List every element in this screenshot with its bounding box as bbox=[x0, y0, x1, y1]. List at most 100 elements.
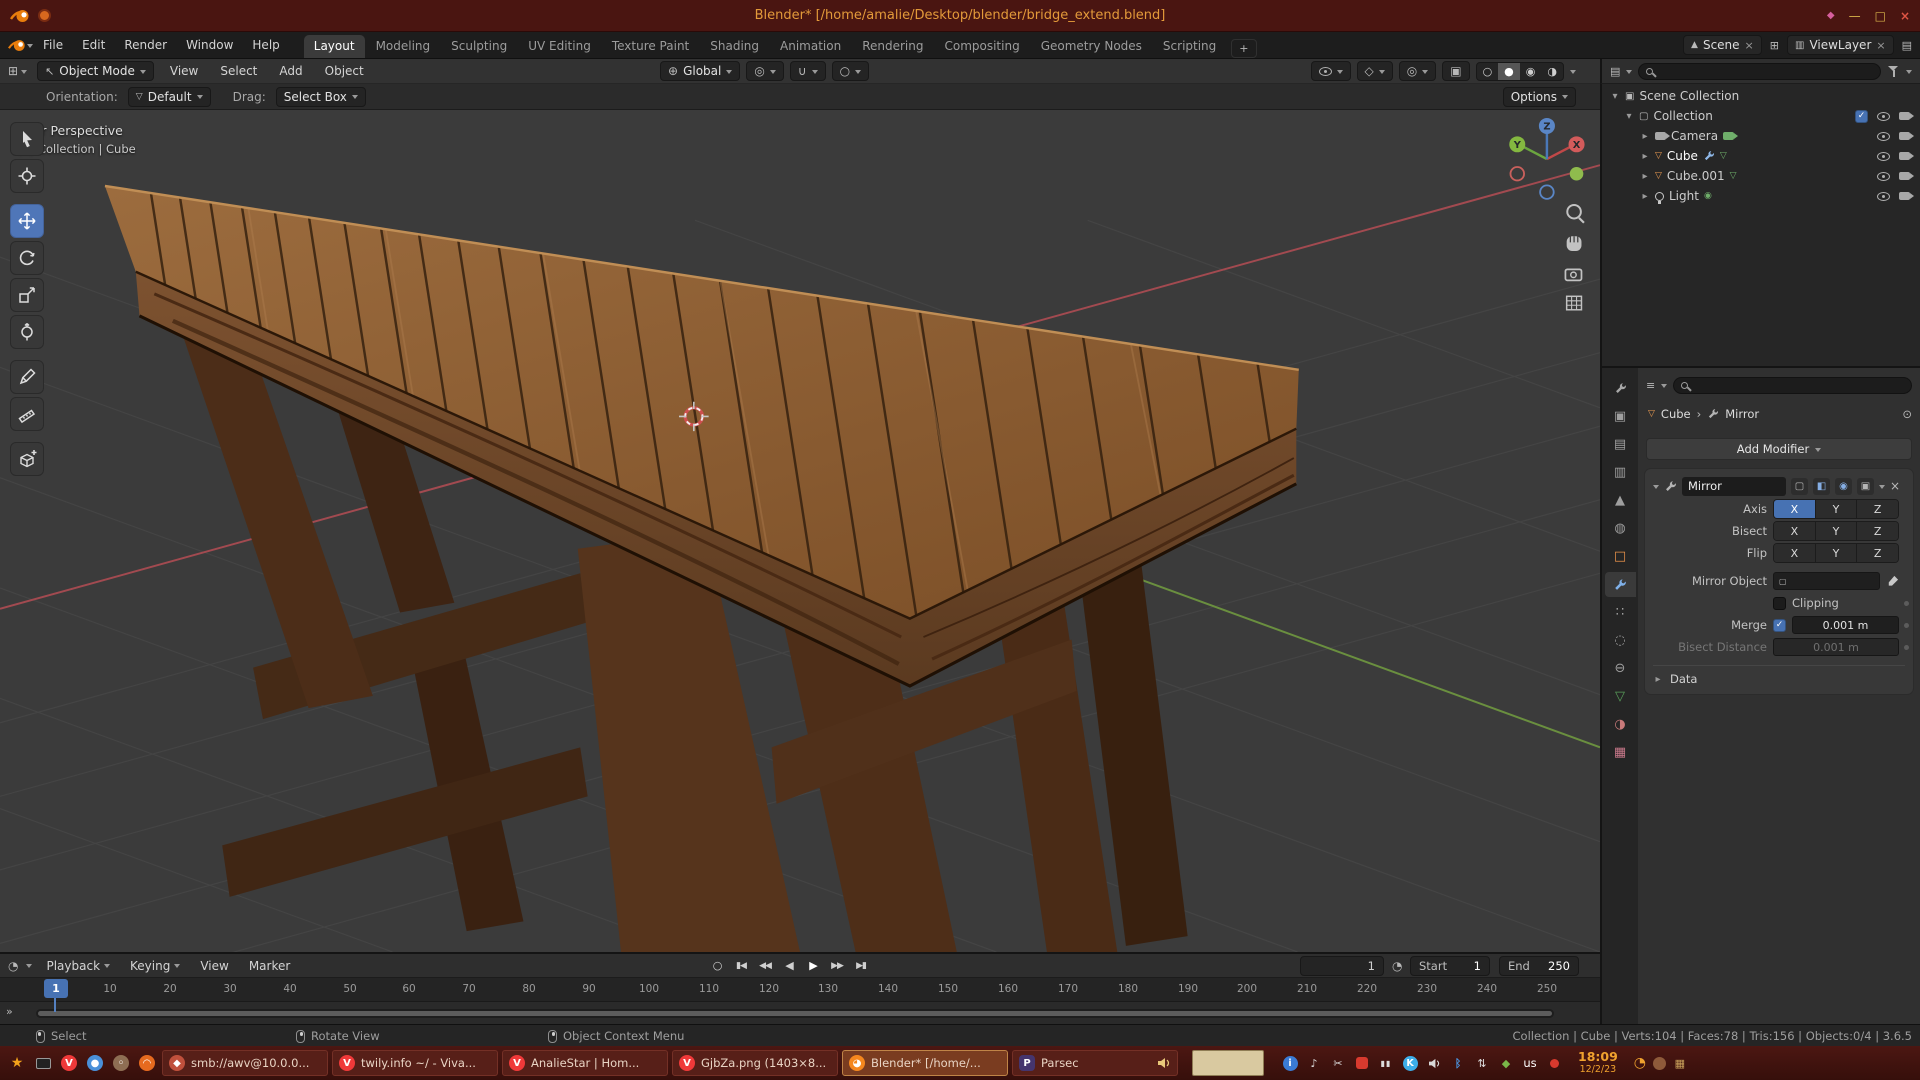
tab-shading[interactable]: Shading bbox=[700, 35, 769, 58]
eyedropper-icon[interactable] bbox=[1886, 575, 1899, 588]
extras-menu-icon[interactable] bbox=[1879, 485, 1885, 492]
tab-tool[interactable] bbox=[1605, 376, 1636, 401]
render-toggle[interactable]: ▣ bbox=[1857, 478, 1874, 495]
rotate-tool[interactable] bbox=[10, 241, 44, 275]
render-visibility-icon[interactable] bbox=[1899, 192, 1910, 200]
new-scene-icon[interactable]: ⊞ bbox=[1770, 39, 1779, 52]
minimize-button[interactable]: — bbox=[1849, 9, 1861, 23]
close-button[interactable]: × bbox=[1900, 9, 1910, 23]
filter-icon[interactable] bbox=[1887, 66, 1900, 77]
tray-grid-icon[interactable]: ▦ bbox=[1672, 1055, 1688, 1071]
move-tool[interactable] bbox=[10, 204, 44, 238]
launcher-firefox-icon[interactable]: ◠ bbox=[136, 1052, 158, 1074]
close-modifier-icon[interactable]: × bbox=[1890, 479, 1900, 493]
taskbar-window-smb[interactable]: ◆smb://awv@10.0.0... bbox=[162, 1050, 328, 1076]
tab-uv-editing[interactable]: UV Editing bbox=[518, 35, 601, 58]
outliner-row-camera[interactable]: ▸ Camera bbox=[1602, 126, 1920, 146]
breadcrumb-object[interactable]: Cube bbox=[1661, 407, 1691, 421]
blender-menu-logo-icon[interactable] bbox=[8, 39, 26, 52]
tray-network-icon[interactable]: ⇅ bbox=[1474, 1055, 1490, 1071]
new-viewlayer-icon[interactable]: ▤ bbox=[1902, 39, 1912, 52]
bisect-x-button[interactable]: X bbox=[1774, 522, 1816, 540]
current-frame-field[interactable]: 1 bbox=[1300, 956, 1384, 976]
tab-object-data[interactable]: ▽ bbox=[1605, 684, 1636, 709]
drag-dropdown[interactable]: Select Box bbox=[276, 87, 366, 107]
timeline-scrollbar[interactable] bbox=[36, 1009, 1554, 1018]
tray-media-icon[interactable]: ♪ bbox=[1306, 1055, 1322, 1071]
scrollbar-thumb[interactable] bbox=[38, 1011, 1552, 1016]
snap-dropdown[interactable]: ∪ bbox=[790, 61, 826, 81]
tray-volume-icon[interactable] bbox=[1426, 1055, 1442, 1071]
tab-rendering[interactable]: Rendering bbox=[852, 35, 933, 58]
viewport-3d[interactable]: X Y Z User Perspective (1) bbox=[0, 110, 1600, 952]
tab-render[interactable]: ▣ bbox=[1605, 404, 1636, 429]
proportional-editing-dropdown[interactable]: ○ bbox=[832, 61, 869, 81]
mirror-object-field[interactable]: ▢ bbox=[1773, 572, 1880, 590]
tab-output[interactable]: ▤ bbox=[1605, 432, 1636, 457]
breadcrumb-modifier[interactable]: Mirror bbox=[1725, 407, 1759, 421]
menu-window[interactable]: Window bbox=[177, 35, 242, 55]
viewlayer-selector[interactable]: ▥ViewLayer× bbox=[1787, 35, 1894, 55]
taskbar-window-twily[interactable]: Vtwily.info ~/ - Viva... bbox=[332, 1050, 498, 1076]
tray-kde-icon[interactable]: K bbox=[1402, 1055, 1418, 1071]
tab-sculpting[interactable]: Sculpting bbox=[441, 35, 517, 58]
editor-type-selector[interactable]: ⊞ bbox=[8, 64, 27, 78]
outliner-row-cube-001[interactable]: ▸ ▽ Cube.001 ▽ bbox=[1602, 166, 1920, 186]
pivot-point-dropdown[interactable]: ◎ bbox=[746, 61, 783, 81]
add-modifier-button[interactable]: Add Modifier bbox=[1646, 438, 1912, 460]
axis-x-button[interactable]: X bbox=[1774, 500, 1816, 518]
unlink-scene-icon[interactable]: × bbox=[1745, 39, 1754, 52]
remove-viewlayer-icon[interactable]: × bbox=[1876, 39, 1885, 52]
maximize-button[interactable]: □ bbox=[1875, 9, 1886, 23]
tab-physics[interactable]: ◌ bbox=[1605, 628, 1636, 653]
animate-dot-icon[interactable] bbox=[1904, 623, 1909, 628]
tray-alert-icon[interactable] bbox=[1546, 1055, 1562, 1071]
outliner-editor-icon[interactable]: ▤ bbox=[1610, 65, 1620, 78]
render-visibility-icon[interactable] bbox=[1899, 172, 1910, 180]
eye-icon[interactable] bbox=[1877, 192, 1890, 201]
tab-object[interactable]: □ bbox=[1605, 544, 1636, 569]
outliner-row-collection[interactable]: ▾ ▢ Collection ✓ bbox=[1602, 106, 1920, 126]
region-expand-icon[interactable]: » bbox=[6, 1005, 13, 1018]
tray-clock-icon[interactable]: ◔ bbox=[1632, 1055, 1648, 1071]
tray-bluetooth-icon[interactable]: ᛒ bbox=[1450, 1055, 1466, 1071]
edit-mode-toggle[interactable]: ◧ bbox=[1813, 478, 1830, 495]
data-subpanel-header[interactable]: ▸ Data bbox=[1653, 665, 1905, 686]
pan-hand-icon[interactable] bbox=[1567, 236, 1582, 251]
on-cage-toggle[interactable]: ▢ bbox=[1791, 478, 1808, 495]
eye-icon[interactable] bbox=[1877, 152, 1890, 161]
scale-tool[interactable] bbox=[10, 278, 44, 312]
taskbar-window-analiestar[interactable]: VAnalieStar | Hom... bbox=[502, 1050, 668, 1076]
flip-z-button[interactable]: Z bbox=[1857, 544, 1898, 562]
bisect-z-button[interactable]: Z bbox=[1857, 522, 1898, 540]
tab-scene[interactable]: ▲ bbox=[1605, 488, 1636, 513]
tab-texture[interactable]: ▦ bbox=[1605, 740, 1636, 765]
taskbar-window-image[interactable]: VGjbZa.png (1403×8... bbox=[672, 1050, 838, 1076]
tab-material[interactable]: ◑ bbox=[1605, 712, 1636, 737]
disclosure-icon[interactable]: ▸ bbox=[1640, 131, 1650, 142]
mode-dropdown[interactable]: ↖Object Mode bbox=[37, 61, 154, 81]
render-visibility-icon[interactable] bbox=[1899, 132, 1910, 140]
keep-above-icon[interactable]: ◆ bbox=[1827, 10, 1835, 21]
scene-selector[interactable]: ▲Scene× bbox=[1683, 35, 1762, 55]
tab-texture-paint[interactable]: Texture Paint bbox=[602, 35, 699, 58]
add-workspace-button[interactable]: + bbox=[1231, 39, 1256, 58]
tab-scripting[interactable]: Scripting bbox=[1153, 35, 1226, 58]
disclosure-icon[interactable]: ▾ bbox=[1624, 111, 1634, 122]
timeline-track-area[interactable]: » bbox=[0, 1002, 1600, 1024]
tray-ball-icon[interactable] bbox=[1652, 1055, 1668, 1071]
menu-marker[interactable]: Marker bbox=[243, 957, 296, 975]
tab-world[interactable]: ◍ bbox=[1605, 516, 1636, 541]
next-keyframe-button[interactable]: ▶▶ bbox=[826, 956, 848, 976]
outliner-row-light[interactable]: ▸ Light ◉ bbox=[1602, 186, 1920, 206]
axis-z-button[interactable]: Z bbox=[1857, 500, 1898, 518]
outliner-search-input[interactable] bbox=[1638, 63, 1881, 80]
timeline-editor-icon[interactable]: ◔ bbox=[8, 959, 18, 973]
auto-keying-toggle[interactable]: ○ bbox=[706, 956, 728, 976]
launcher-vivaldi-icon[interactable]: V bbox=[58, 1052, 80, 1074]
keying-clock-icon[interactable]: ◔ bbox=[1392, 959, 1402, 973]
play-button[interactable]: ▶ bbox=[802, 956, 824, 976]
gizmos-dropdown[interactable]: ◇ bbox=[1357, 61, 1393, 81]
gizmo-minus-x-ball[interactable] bbox=[1510, 167, 1524, 180]
animate-dot-icon[interactable] bbox=[1904, 601, 1909, 606]
